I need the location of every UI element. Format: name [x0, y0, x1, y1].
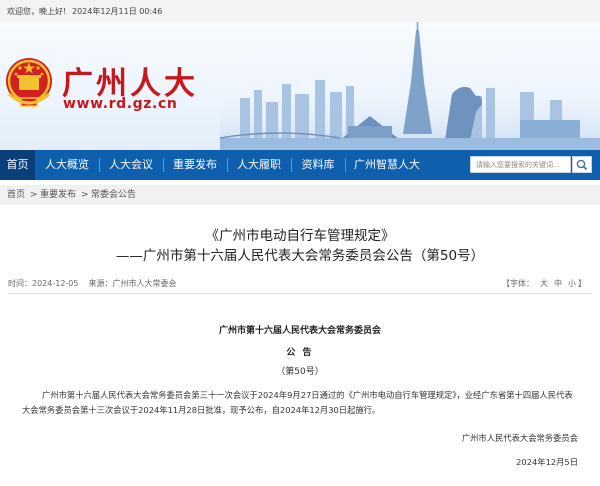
- notice-heading: 公 告: [286, 348, 314, 358]
- signature-issuer: 广州市人民代表大会常务委员会: [461, 433, 578, 443]
- font-size-medium-button[interactable]: 中: [554, 279, 562, 288]
- national-emblem-icon: [6, 58, 52, 107]
- breadcrumb-current[interactable]: 常委会公告: [91, 185, 136, 205]
- breadcrumb: 首页 > 重要发布 > 常委会公告: [0, 185, 600, 205]
- signature-date: 2024年12月5日: [516, 457, 578, 467]
- current-datetime: 2024年12月11日 00:46: [72, 7, 163, 16]
- divider: [8, 293, 592, 294]
- search-input[interactable]: 请输入您要搜索的关键词...: [470, 156, 571, 173]
- search-icon: [576, 159, 588, 171]
- breadcrumb-home[interactable]: 首页: [7, 185, 25, 205]
- nav-item-overview[interactable]: 人大概览: [36, 150, 98, 180]
- greeting-text: 欢迎您，晚上好!: [7, 7, 67, 16]
- issuer-heading: 广州市第十六届人民代表大会常务委员会: [218, 326, 381, 336]
- nav-item-meetings[interactable]: 人大会议: [100, 150, 162, 180]
- nav-item-home[interactable]: 首页: [0, 150, 35, 180]
- article-paragraph: 广州市第十六届人民代表大会常务委员会第三十一次会议于2024年9月27日通过的《…: [22, 390, 573, 415]
- breadcrumb-separator: >: [81, 190, 89, 200]
- site-url: www.rd.gz.cn: [63, 96, 178, 112]
- article-source: 来源：广州市人大常委会: [88, 279, 177, 288]
- article-meta: 时间：2024-12-05 来源：广州市人大常委会: [8, 278, 177, 289]
- font-size-control: 【字体： 大中小】: [502, 278, 586, 289]
- font-size-close: 】: [578, 279, 586, 288]
- article-title-line1: 《广州市电动自行车管理规定》: [205, 228, 395, 244]
- article-date: 时间：2024-12-05: [8, 279, 79, 288]
- search-button[interactable]: [572, 156, 592, 173]
- font-size-large-button[interactable]: 大: [540, 279, 548, 288]
- city-skyline-image: [220, 22, 600, 150]
- breadcrumb-releases[interactable]: 重要发布: [40, 185, 76, 205]
- site-header: 广州人大 www.rd.gz.cn: [0, 22, 600, 150]
- font-size-label: 【字体：: [502, 279, 534, 288]
- nav-item-smart-congress[interactable]: 广州智慧人大: [346, 150, 428, 180]
- nav-item-library[interactable]: 资料库: [292, 150, 344, 180]
- nav-item-duties[interactable]: 人大履职: [228, 150, 290, 180]
- article-title-line2: ——广州市第十六届人民代表大会常务委员会公告（第50号）: [115, 248, 485, 264]
- breadcrumb-separator: >: [30, 190, 38, 200]
- font-size-small-button[interactable]: 小: [568, 279, 576, 288]
- nav-item-releases[interactable]: 重要发布: [164, 150, 226, 180]
- notice-number: （第50号）: [276, 367, 324, 377]
- top-bar: 欢迎您，晚上好! 2024年12月11日 00:46: [0, 0, 600, 22]
